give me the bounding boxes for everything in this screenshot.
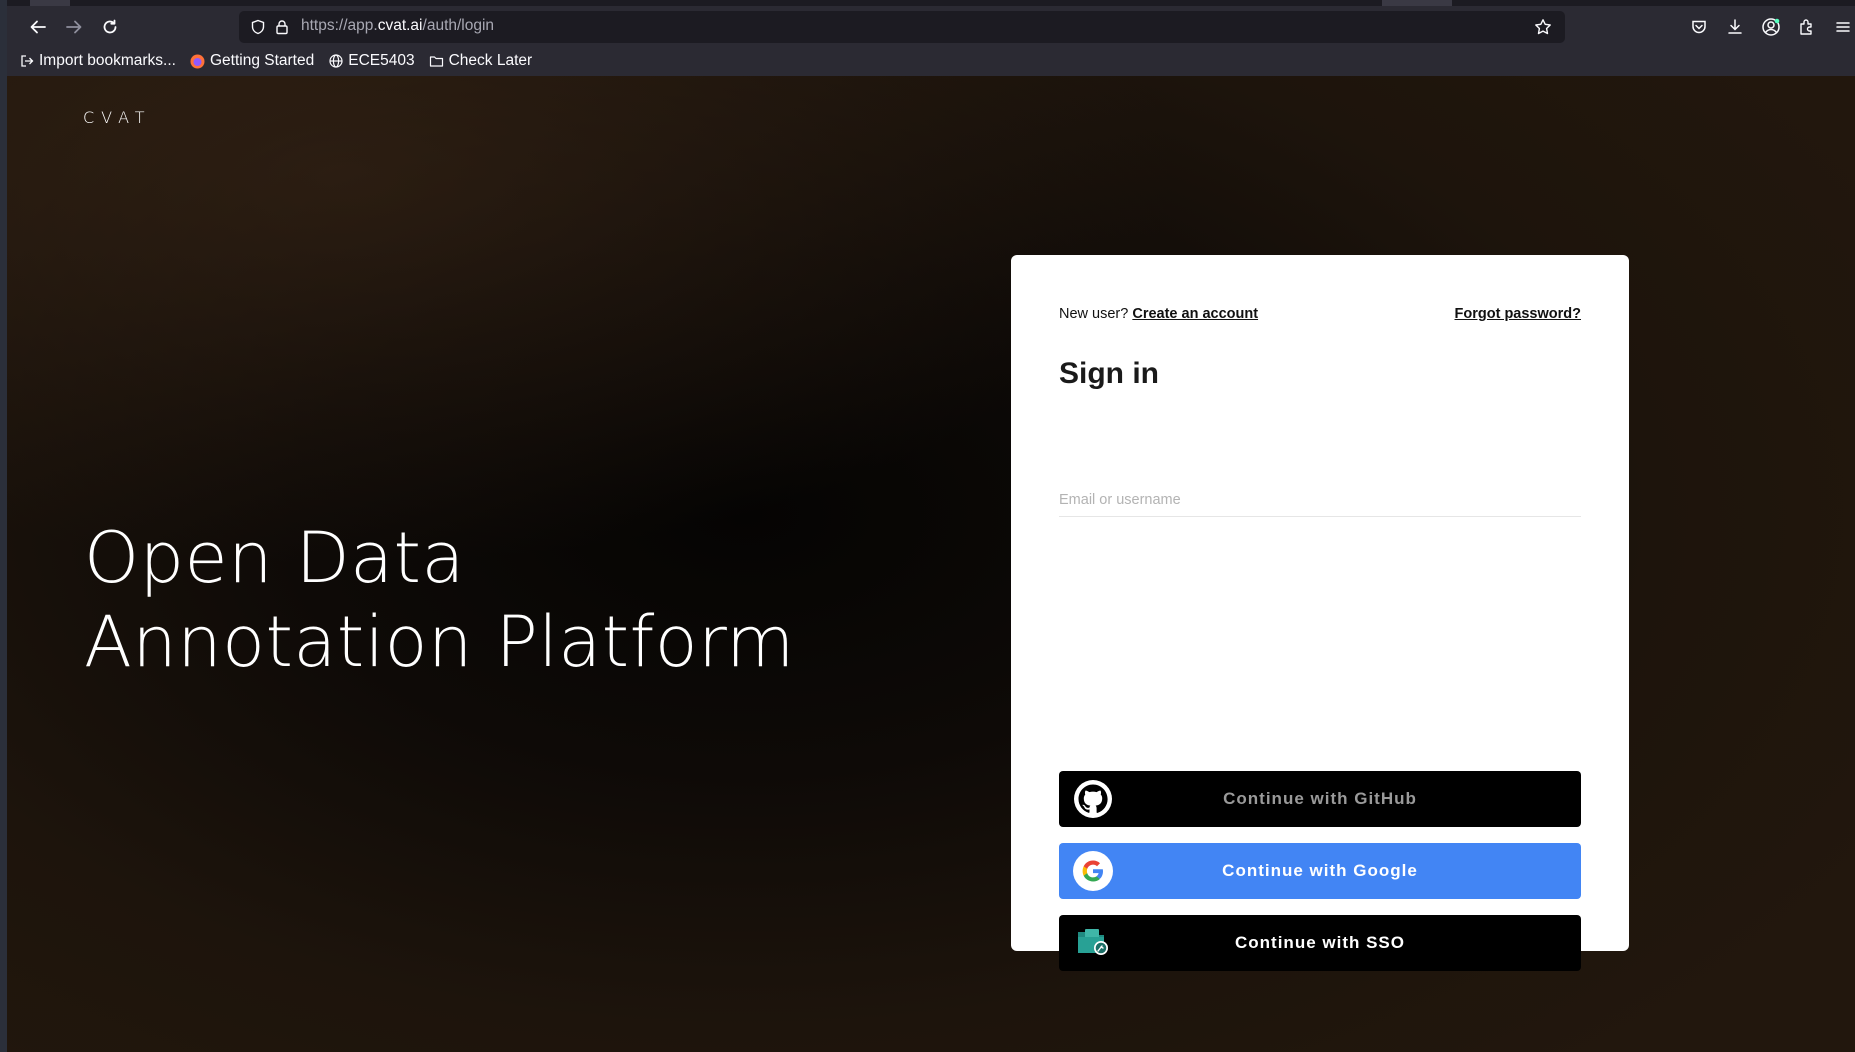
- google-icon: [1073, 851, 1113, 891]
- reload-icon: [103, 19, 117, 34]
- sign-in-title: Sign in: [1059, 357, 1159, 390]
- firefox-icon: [190, 53, 206, 69]
- sso-button-label: Continue with SSO: [1235, 933, 1405, 952]
- menu-icon[interactable]: [1825, 12, 1855, 42]
- downloads-icon[interactable]: [1717, 12, 1753, 42]
- reload-button[interactable]: [95, 12, 125, 42]
- github-button-label: Continue with GitHub: [1223, 789, 1417, 808]
- bookmark-check-later[interactable]: Check Later: [429, 52, 532, 70]
- navigation-row: https://app.cvat.ai/auth/login: [7, 8, 1855, 44]
- google-button-label: Continue with Google: [1222, 861, 1418, 880]
- tab[interactable]: [30, 0, 70, 6]
- login-page: CVAT Open Data Annotation Platform New u…: [7, 76, 1855, 1052]
- bookmark-ece5403[interactable]: ECE5403: [328, 52, 415, 70]
- bookmark-import[interactable]: Import bookmarks...: [19, 52, 176, 70]
- address-bar[interactable]: https://app.cvat.ai/auth/login: [239, 11, 1565, 43]
- google-login-button[interactable]: Continue with Google: [1059, 843, 1581, 899]
- bookmarks-bar: Import bookmarks... Getting Started ECE5…: [7, 46, 1855, 76]
- url-text[interactable]: https://app.cvat.ai/auth/login: [301, 17, 494, 35]
- forgot-password-link[interactable]: Forgot password?: [1455, 306, 1581, 322]
- forward-button[interactable]: [59, 12, 89, 42]
- hero-heading: Open Data Annotation Platform: [84, 516, 795, 684]
- forward-arrow-icon: [66, 20, 82, 34]
- toolbar-icons: [1681, 12, 1855, 42]
- sso-folder-key-icon: [1073, 923, 1113, 963]
- pocket-icon[interactable]: [1681, 12, 1717, 42]
- tab-strip: [7, 0, 1855, 6]
- lock-icon[interactable]: [271, 16, 293, 38]
- account-links: New user? Create an account Forgot passw…: [1059, 306, 1581, 326]
- cvat-logo[interactable]: CVAT: [83, 108, 152, 127]
- extensions-icon[interactable]: [1789, 12, 1825, 42]
- github-icon: [1073, 779, 1113, 819]
- import-icon: [19, 53, 35, 69]
- bookmark-star-icon[interactable]: [1532, 16, 1554, 38]
- hero-line-1: Open Data: [84, 517, 465, 599]
- hero-line-2: Annotation Platform: [84, 601, 795, 683]
- back-arrow-icon: [30, 20, 46, 34]
- folder-icon: [429, 53, 445, 69]
- new-user-label: New user?: [1059, 306, 1129, 322]
- github-login-button[interactable]: Continue with GitHub: [1059, 771, 1581, 827]
- browser-toolbar: https://app.cvat.ai/auth/login Import bo…: [7, 0, 1855, 76]
- username-input[interactable]: [1059, 483, 1581, 517]
- globe-icon: [328, 53, 344, 69]
- bookmark-getting-started[interactable]: Getting Started: [190, 52, 314, 70]
- back-button[interactable]: [23, 12, 53, 42]
- sso-login-button[interactable]: Continue with SSO: [1059, 915, 1581, 971]
- shield-icon[interactable]: [247, 16, 269, 38]
- sign-in-card: New user? Create an account Forgot passw…: [1011, 255, 1629, 971]
- tab[interactable]: [1382, 0, 1452, 6]
- desktop-edge: [0, 0, 7, 1052]
- account-icon[interactable]: [1753, 12, 1789, 42]
- create-account-link[interactable]: Create an account: [1132, 306, 1258, 322]
